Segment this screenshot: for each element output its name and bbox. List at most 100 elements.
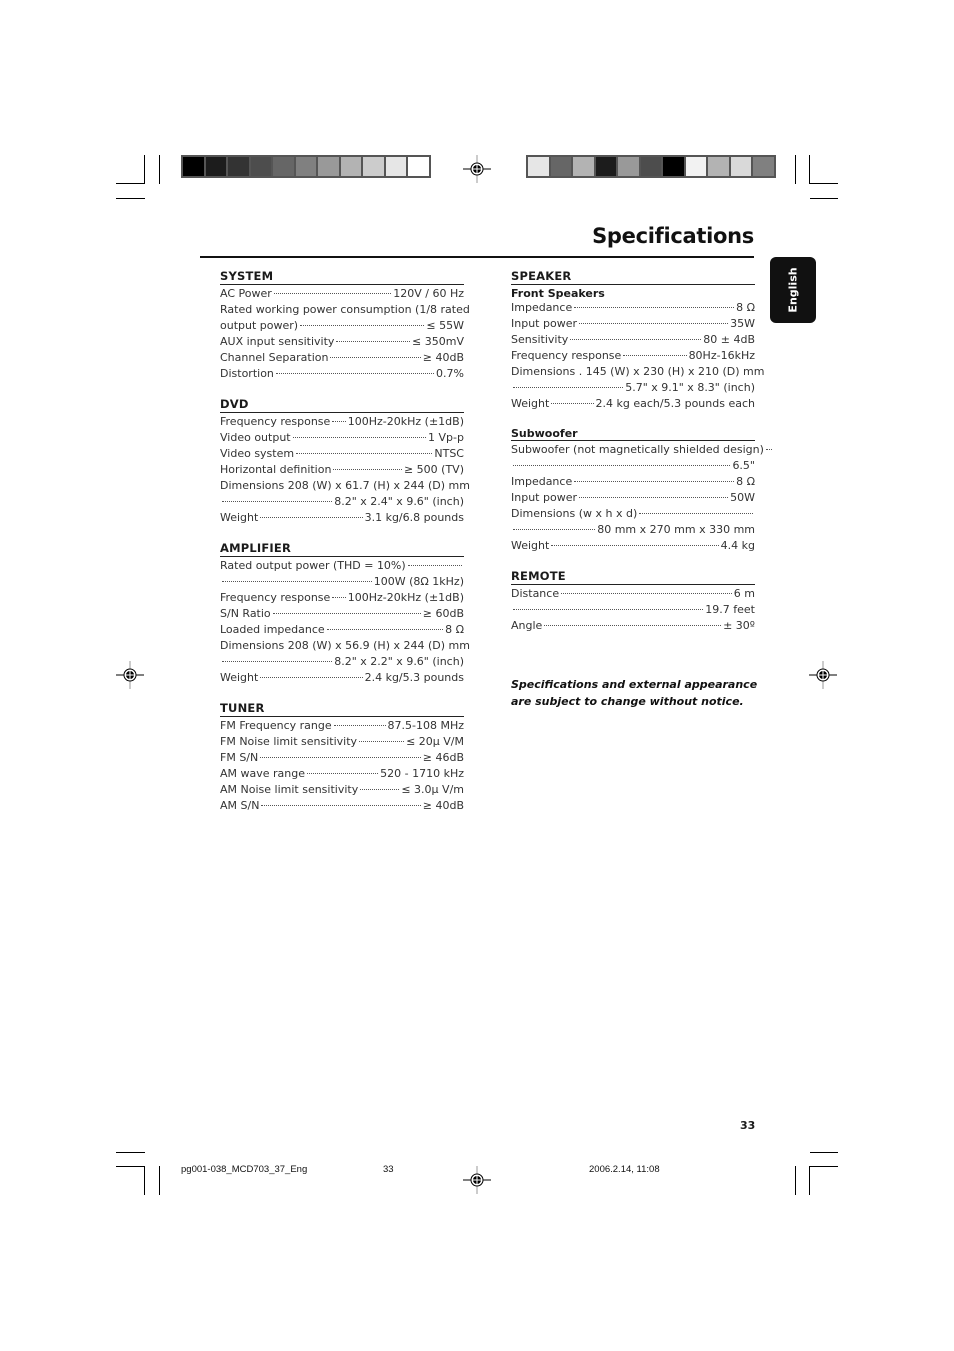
spec-value: ≥ 40dB <box>422 351 464 364</box>
dot-leader <box>544 625 722 626</box>
spec-label: FM S/N <box>220 751 259 764</box>
spec-value: ≤ 3.0µ V/m <box>401 783 464 796</box>
spec-row: Channel Separation ≥ 40dB <box>220 350 464 366</box>
dot-leader <box>574 307 735 308</box>
dot-leader <box>292 437 427 438</box>
spec-label: AM Noise limit sensitivity <box>220 783 359 796</box>
spec-row: Frequency response 80Hz-16kHz <box>511 348 755 364</box>
dot-leader <box>307 773 379 774</box>
spec-row: Loaded impedance 8 Ω <box>220 622 464 638</box>
spec-value: 6.5" <box>732 459 755 472</box>
dot-leader <box>359 741 405 742</box>
spec-section: TUNER FM Frequency range 87.5-108 MHz FM No… <box>220 701 464 814</box>
spec-value: 3.1 kg/6.8 pounds <box>364 511 464 524</box>
spec-value: 0.7% <box>436 367 464 380</box>
language-tab: English <box>770 257 816 323</box>
spec-label: FM Frequency range <box>220 719 332 732</box>
spec-row: Horizontal definition ≥ 500 (TV) <box>220 462 464 478</box>
spec-value: 6 m <box>733 587 755 600</box>
spec-row: FM Noise limit sensitivity ≤ 20µ V/M <box>220 734 464 750</box>
spec-value: 8 Ω <box>736 301 755 314</box>
spec-label: Impedance <box>511 475 573 488</box>
color-swatch <box>573 157 594 176</box>
spec-value: ≤ 20µ V/M <box>406 735 464 748</box>
spec-row: Impedance 8 Ω <box>511 300 755 316</box>
spec-row: 5.7" x 9.1" x 8.3" (inch) <box>511 380 755 396</box>
spec-label: Dimensions (w x h x d) <box>511 507 638 520</box>
spec-section: SPEAKER Front Speakers Impedance 8 Ω Input p… <box>511 269 764 412</box>
spec-row: Video output 1 Vp-p <box>220 430 464 446</box>
spec-row: Weight 3.1 kg/6.8 pounds <box>220 510 464 526</box>
spec-value: 100Hz-20kHz (±1dB) <box>347 415 464 428</box>
spec-label: Weight <box>511 539 550 552</box>
dot-leader <box>260 677 363 678</box>
dot-leader <box>574 481 735 482</box>
spec-row: Distortion 0.7% <box>220 366 464 382</box>
spec-row: FM S/N ≥ 46dB <box>220 750 464 766</box>
spec-row: Dimensions 208 (W) x 61.7 (H) x 244 (D) … <box>220 478 470 494</box>
crop-mark <box>809 155 810 184</box>
dot-leader <box>561 593 732 594</box>
spec-value: ≤ 55W <box>426 319 464 332</box>
spec-value: ± 30º <box>723 619 755 632</box>
dot-leader <box>222 501 333 502</box>
spec-value: 520 - 1710 kHz <box>380 767 464 780</box>
spec-label: S/N Ratio <box>220 607 271 620</box>
crop-mark <box>809 1166 838 1167</box>
spec-row: Distance 6 m <box>511 586 755 602</box>
color-swatch <box>363 157 384 176</box>
spec-row: Angle ± 30º <box>511 618 755 634</box>
color-swatch <box>708 157 729 176</box>
spec-value: 2.4 kg each/5.3 pounds each <box>595 397 755 410</box>
section-heading: SPEAKER <box>511 269 755 285</box>
dot-leader <box>222 581 372 582</box>
spec-row: Video system NTSC <box>220 446 464 462</box>
spec-row: FM Frequency range 87.5-108 MHz <box>220 718 464 734</box>
spec-value: 80 mm x 270 mm x 330 mm <box>597 523 755 536</box>
spec-row: Input power 35W <box>511 316 755 332</box>
dot-leader <box>272 613 421 614</box>
spec-value: 8.2" x 2.4" x 9.6" (inch) <box>334 495 464 508</box>
title-divider <box>200 256 754 258</box>
registration-mark-icon <box>463 1166 491 1194</box>
section-heading: REMOTE <box>511 569 755 585</box>
spec-row: output power) ≤ 55W <box>220 318 464 334</box>
spec-label: Weight <box>220 511 259 524</box>
dot-leader <box>336 341 411 342</box>
section-subheading: Subwoofer <box>511 427 755 441</box>
footer-page: 33 <box>383 1164 394 1175</box>
dot-leader <box>333 469 402 470</box>
spec-value: 87.5-108 MHz <box>387 719 465 732</box>
spec-label: Rated working power consumption (1/8 rat… <box>220 303 470 316</box>
dot-leader <box>513 465 731 466</box>
spec-value: 80Hz-16kHz <box>688 349 755 362</box>
spec-row: 100W (8Ω 1kHz) <box>220 574 464 590</box>
section-heading: SYSTEM <box>220 269 464 285</box>
crop-mark <box>116 1152 145 1153</box>
spec-row: S/N Ratio ≥ 60dB <box>220 606 464 622</box>
dot-leader <box>765 449 772 450</box>
spec-value: ≤ 350mV <box>412 335 464 348</box>
dot-leader <box>296 453 433 454</box>
spec-row: AM S/N ≥ 40dB <box>220 798 464 814</box>
spec-label: Frequency response <box>220 415 331 428</box>
color-swatch <box>250 157 271 176</box>
spec-value: ≥ 60dB <box>422 607 464 620</box>
color-swatch <box>618 157 639 176</box>
color-swatch <box>408 157 429 176</box>
spec-row: AC Power 120V / 60 Hz <box>220 286 464 302</box>
section-subheading: Front Speakers <box>511 287 605 300</box>
footer-date: 2006.2.14, 11:08 <box>589 1164 660 1175</box>
spec-label: Frequency response <box>511 349 622 362</box>
spec-label: Video system <box>220 447 295 460</box>
color-swatch <box>753 157 774 176</box>
dot-leader <box>513 529 596 530</box>
spec-label: AM S/N <box>220 799 260 812</box>
spec-row: AM wave range 520 - 1710 kHz <box>220 766 464 782</box>
spec-value: NTSC <box>434 447 464 460</box>
spec-value: 19.7 feet <box>705 603 755 616</box>
color-swatch <box>640 157 661 176</box>
spec-section: REMOTE Distance 6 m 19.7 feet Angle ± 30º <box>511 569 755 634</box>
spec-section: DVD Frequency response 100Hz-20kHz (±1dB) V… <box>220 397 470 526</box>
spec-column-right: SPEAKER Front Speakers Impedance 8 Ω Input p… <box>511 269 772 649</box>
